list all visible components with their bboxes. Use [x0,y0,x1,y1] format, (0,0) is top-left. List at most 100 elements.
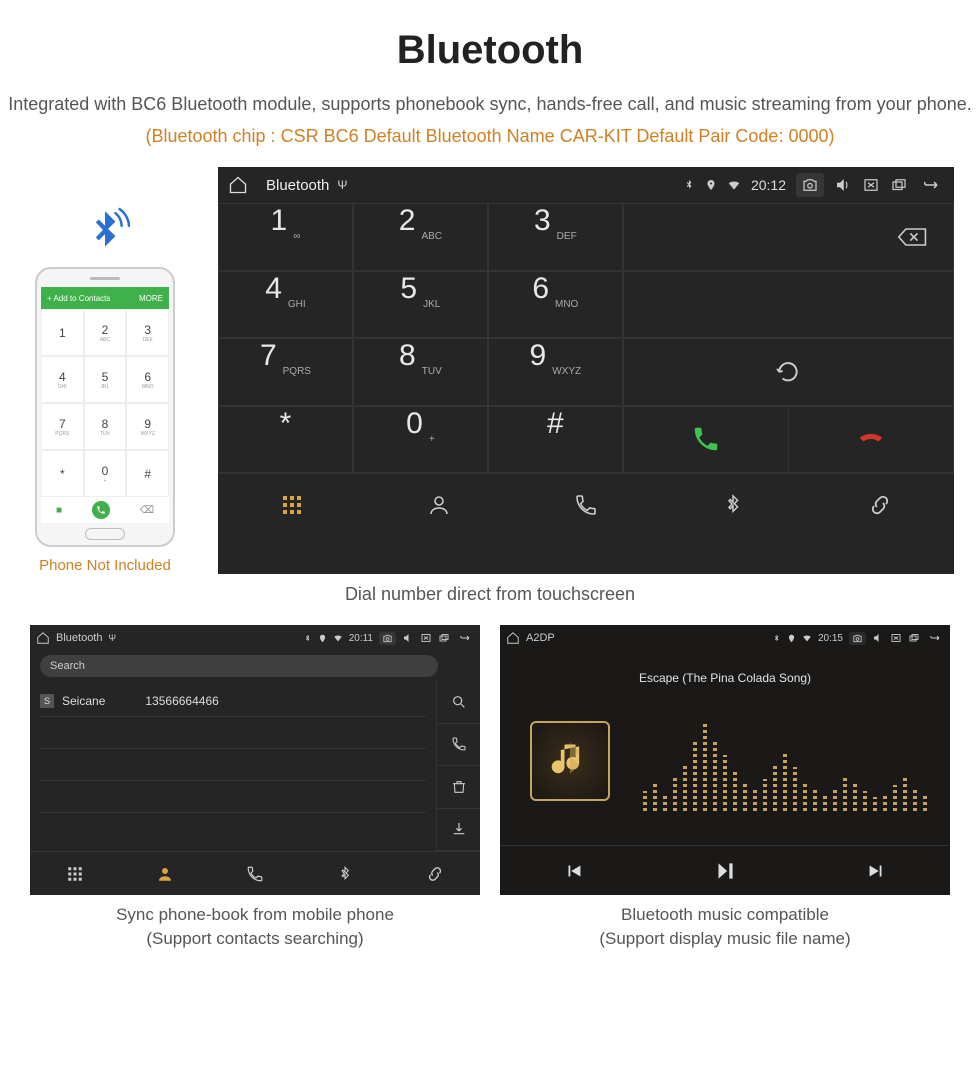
dial-key-2[interactable]: 2ABC [353,203,488,271]
call-accept-button[interactable] [624,407,788,473]
contact-name: Seicane [62,694,105,708]
tab-keypad[interactable] [30,852,120,895]
contact-row-empty [40,749,426,781]
phone-key-1: 1 [41,309,84,356]
play-pause-button[interactable] [712,858,738,884]
dial-key-5[interactable]: 5JKL [353,271,488,339]
backspace-button[interactable] [624,204,953,270]
tab-call-log[interactable] [512,474,659,535]
phone-caption: Phone Not Included [39,557,171,574]
phone-key-9: 9WXYZ [126,403,169,450]
back-icon[interactable] [456,632,474,644]
volume-icon[interactable] [834,176,852,194]
status-title: Bluetooth [266,177,329,194]
contact-row[interactable]: S Seicane 13566664466 [40,685,426,717]
volume-icon[interactable] [402,632,414,644]
dial-key-0[interactable]: 0+ [353,406,488,474]
bluetooth-signal-icon [80,207,130,257]
dial-key-4[interactable]: 4GHI [218,271,353,339]
main-device-caption: Dial number direct from touchscreen [0,584,980,605]
search-input[interactable]: Search [40,655,438,677]
wifi-icon [727,178,741,192]
dial-key-#[interactable]: # [488,406,623,474]
tab-call-log[interactable] [210,852,300,895]
status-time: 20:12 [751,177,786,193]
status-time: 20:15 [818,633,843,644]
back-icon[interactable] [926,632,944,644]
headunit-dialer-screen: Bluetooth Ψ 20:12 [218,167,954,574]
phone-key-6: 6MNO [126,356,169,403]
tab-pair[interactable] [807,474,954,535]
backspace-icon: ⌫ [140,505,154,516]
dial-key-7[interactable]: 7PQRS [218,338,353,406]
tab-bluetooth[interactable] [660,474,807,535]
home-icon[interactable] [36,631,50,645]
refresh-button[interactable] [624,339,953,405]
tab-bluetooth[interactable] [300,852,390,895]
recent-apps-icon[interactable] [438,632,450,644]
contact-row-empty [40,717,426,749]
music-controls [500,845,950,895]
next-track-button[interactable] [865,860,887,882]
location-icon [705,179,717,191]
contacts-caption: Sync phone-book from mobile phone (Suppo… [30,903,480,951]
usb-icon: Ψ [337,178,347,192]
phone-action-bar: ■ ⌫ [41,497,169,523]
recent-apps-icon[interactable] [890,176,908,194]
dial-key-3[interactable]: 3DEF [488,203,623,271]
tab-keypad[interactable] [218,474,365,535]
side-call-button[interactable] [437,724,480,767]
bluetooth-spec-info: (Bluetooth chip : CSR BC6 Default Blueto… [0,126,980,147]
call-end-button[interactable] [788,407,953,473]
status-bar: Bluetooth Ψ 20:12 [218,167,954,203]
phone-add-contacts-bar: + Add to Contacts MORE [41,287,169,309]
recent-apps-icon[interactable] [908,632,920,644]
status-time: 20:11 [349,633,373,644]
dial-key-6[interactable]: 6MNO [488,271,623,339]
volume-icon[interactable] [872,632,884,644]
phone-key-8: 8TUV [84,403,127,450]
contact-row-empty [40,781,426,813]
page-description: Integrated with BC6 Bluetooth module, su… [0,91,980,118]
bottom-tab-bar [30,851,480,895]
phone-home-button [85,528,125,540]
side-delete-button[interactable] [437,766,480,809]
dial-key-8[interactable]: 8TUV [353,338,488,406]
close-icon[interactable] [420,632,432,644]
close-icon[interactable] [862,176,880,194]
status-bar-small: Bluetooth Ψ 20:11 [30,625,480,651]
phone-key-5: 5JKL [84,356,127,403]
status-title: Bluetooth [56,632,102,644]
status-bar-small: A2DP 20:15 [500,625,950,651]
screenshot-button[interactable] [796,173,824,197]
back-icon[interactable] [918,176,944,194]
contact-initial-badge: S [40,694,54,708]
headunit-music-screen: A2DP 20:15 Escape (The Pina Colada Song) [500,625,950,895]
home-icon[interactable] [228,175,248,195]
screenshot-button[interactable] [379,632,396,645]
bottom-tab-bar [218,473,954,535]
phone-key-#: # [126,450,169,497]
side-search-button[interactable] [437,681,480,724]
contact-row-empty [40,813,426,845]
tab-contacts[interactable] [365,474,512,535]
videocall-icon: ■ [56,505,62,516]
side-download-button[interactable] [437,809,480,852]
tab-contacts[interactable] [120,852,210,895]
close-icon[interactable] [890,632,902,644]
tab-pair[interactable] [390,852,480,895]
music-caption: Bluetooth music compatible (Support disp… [500,903,950,951]
screenshot-button[interactable] [849,632,866,645]
dial-key-1[interactable]: 1∞ [218,203,353,271]
home-icon[interactable] [506,631,520,645]
dial-key-9[interactable]: 9WXYZ [488,338,623,406]
call-icon [92,501,110,519]
smartphone-mock: + Add to Contacts MORE 12ABC3DEF4GHI5JKL… [35,267,175,547]
dial-key-*[interactable]: * [218,406,353,474]
album-art-icon [530,721,610,801]
phone-key-4: 4GHI [41,356,84,403]
prev-track-button[interactable] [563,860,585,882]
phone-key-7: 7PQRS [41,403,84,450]
bluetooth-status-icon [683,179,695,191]
visualizer [640,721,930,811]
